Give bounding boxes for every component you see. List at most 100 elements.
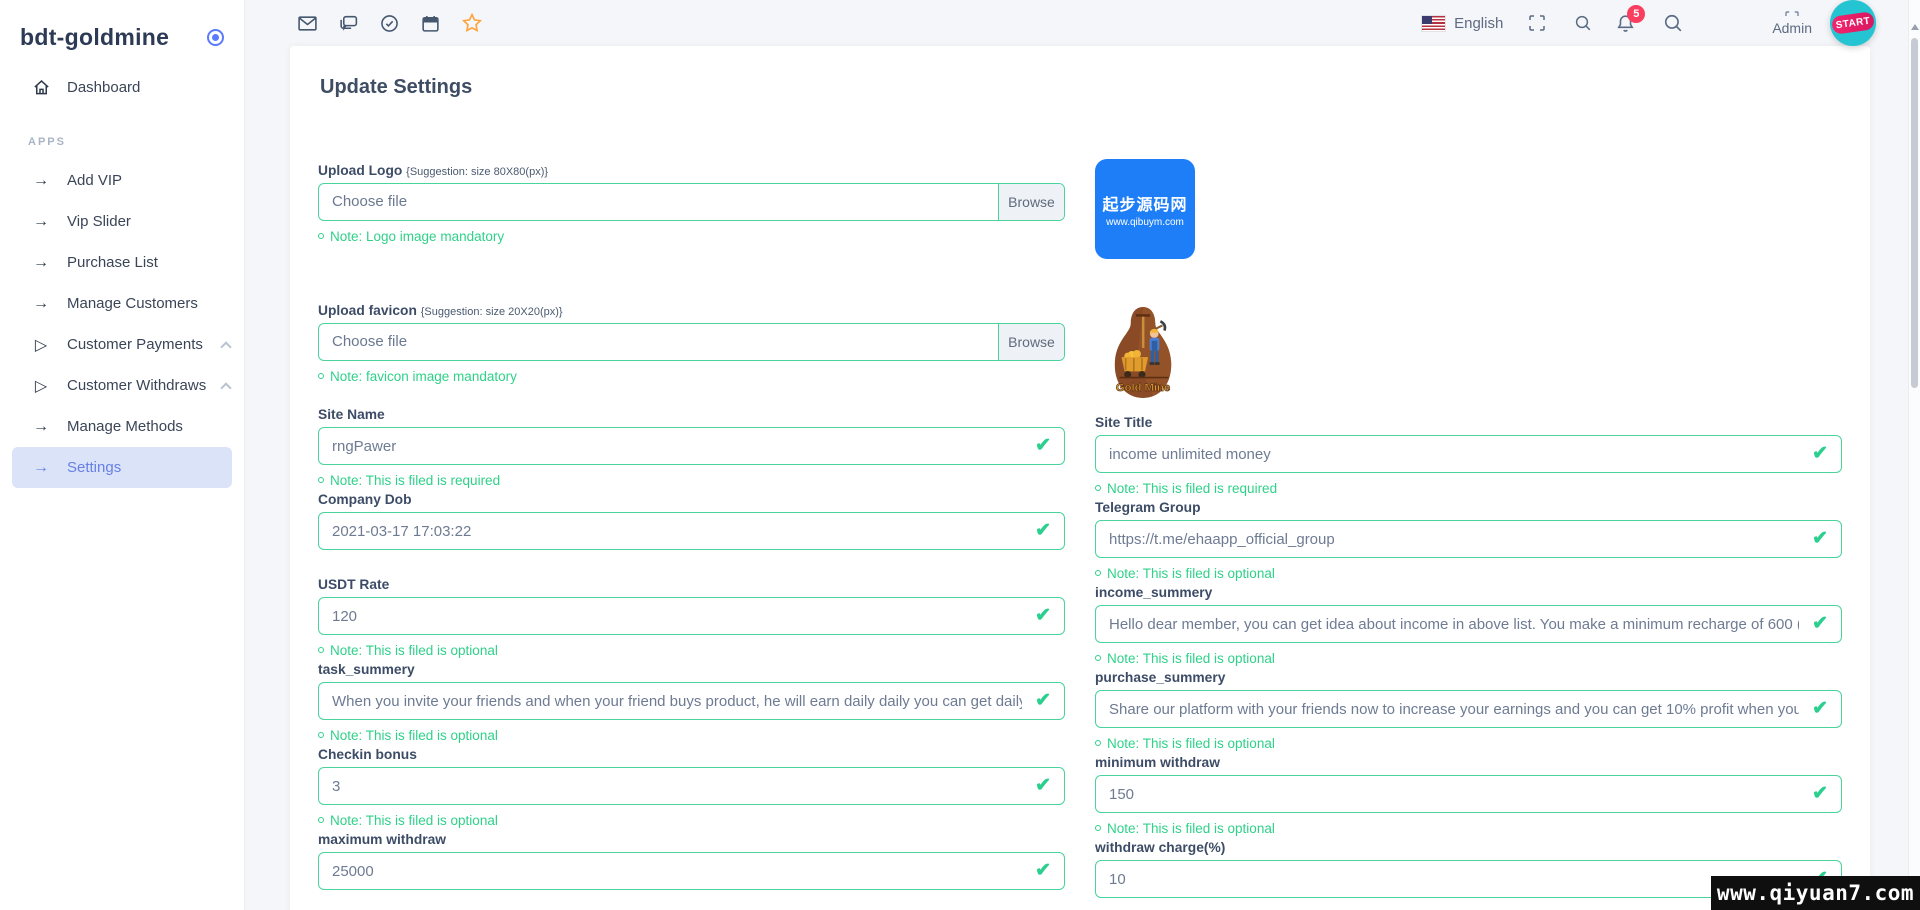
- sidebar-item-vip-slider[interactable]: → Vip Slider: [0, 201, 244, 242]
- minimum-withdraw-input[interactable]: [1095, 775, 1842, 813]
- field-note: Note: This is filed is optional: [318, 642, 1065, 658]
- sidebar-item-label: Customer Withdraws: [67, 377, 206, 394]
- sidebar-section-apps: APPS: [0, 108, 244, 160]
- avatar[interactable]: START: [1830, 0, 1876, 46]
- field-note: Note: This is filed is optional: [318, 812, 1065, 828]
- valid-check-icon: ✔: [1812, 612, 1828, 635]
- home-icon: [31, 78, 51, 97]
- income-summery-input[interactable]: [1095, 605, 1842, 643]
- checkin-bonus-input[interactable]: [318, 767, 1065, 805]
- task-summery-input[interactable]: [318, 682, 1065, 720]
- favicon-caption: Gold Mine: [1116, 382, 1170, 394]
- sidebar-pin-toggle-icon[interactable]: [207, 29, 224, 46]
- note-dot-icon: [318, 647, 324, 653]
- browse-button[interactable]: Browse: [998, 324, 1064, 360]
- play-icon: ▷: [31, 376, 51, 396]
- site-name-input[interactable]: [318, 427, 1065, 465]
- minimum-withdraw-field: minimum withdraw ✔ Note: This is filed i…: [1095, 755, 1842, 836]
- sidebar-item-purchase-list[interactable]: → Purchase List: [0, 242, 244, 283]
- valid-check-icon: ✔: [1035, 519, 1051, 542]
- valid-check-icon: ✔: [1035, 859, 1051, 882]
- fullscreen-icon[interactable]: [1527, 13, 1547, 33]
- chat-icon[interactable]: [338, 13, 359, 34]
- telegram-group-input[interactable]: [1095, 520, 1842, 558]
- sidebar-item-settings[interactable]: → Settings: [12, 447, 232, 488]
- note-dot-icon: [1095, 655, 1101, 661]
- scrollbar-up-arrow-icon[interactable]: [1911, 24, 1919, 30]
- us-flag-icon[interactable]: [1422, 16, 1445, 31]
- field-note: Note: This is filed is optional: [318, 727, 1065, 743]
- sidebar: bdt-goldmine Dashboard APPS → Add VIP → …: [0, 0, 245, 910]
- file-input-text: Choose file: [319, 184, 998, 220]
- telegram-group-field: Telegram Group ✔ Note: This is filed is …: [1095, 500, 1842, 581]
- browse-button[interactable]: Browse: [998, 184, 1064, 220]
- main-area: English 5 Admin: [245, 0, 1920, 910]
- arrow-right-icon: →: [31, 213, 51, 231]
- sidebar-item-label: Dashboard: [67, 79, 140, 96]
- calendar-icon[interactable]: [420, 13, 441, 34]
- site-title-input[interactable]: [1095, 435, 1842, 473]
- field-label: Telegram Group: [1095, 500, 1842, 515]
- sidebar-item-manage-methods[interactable]: → Manage Methods: [0, 406, 244, 447]
- file-input-text: Choose file: [319, 324, 998, 360]
- field-note: Note: This is filed is required: [318, 472, 1065, 488]
- sidebar-item-label: Add VIP: [67, 172, 122, 189]
- purchase-summery-input[interactable]: [1095, 690, 1842, 728]
- play-icon: ▷: [31, 335, 51, 355]
- topbar-shortcuts: [297, 12, 483, 34]
- admin-label: Admin: [1772, 20, 1812, 36]
- scrollbar[interactable]: [1908, 0, 1920, 910]
- field-note: Note: favicon image mandatory: [318, 368, 1065, 384]
- field-label: task_summery: [318, 662, 1065, 677]
- search-icon[interactable]: [1662, 12, 1684, 34]
- logo-preview-url: www.qibuym.com: [1106, 217, 1184, 228]
- valid-check-icon: ✔: [1812, 782, 1828, 805]
- logo-file-input[interactable]: Choose file Browse: [318, 183, 1065, 221]
- notifications-bell-icon[interactable]: 5: [1615, 13, 1636, 34]
- field-label: purchase_summery: [1095, 670, 1842, 685]
- star-icon[interactable]: [461, 12, 483, 34]
- expand-corners-icon: [1785, 11, 1799, 19]
- note-dot-icon: [318, 477, 324, 483]
- sidebar-item-customer-payments[interactable]: ▷ Customer Payments: [0, 324, 244, 365]
- sidebar-item-add-vip[interactable]: → Add VIP: [0, 160, 244, 201]
- scrollbar-thumb[interactable]: [1911, 38, 1918, 388]
- topbar: English 5 Admin: [245, 0, 1920, 46]
- admin-menu[interactable]: Admin: [1772, 11, 1812, 36]
- mail-icon[interactable]: [297, 13, 318, 34]
- field-note: Note: This is filed is required: [1095, 480, 1842, 496]
- note-dot-icon: [1095, 740, 1101, 746]
- sidebar-item-manage-customers[interactable]: → Manage Customers: [0, 283, 244, 324]
- valid-check-icon: ✔: [1035, 434, 1051, 457]
- check-circle-icon[interactable]: [379, 13, 400, 34]
- settings-form: Upload Logo {Suggestion: size 80X80(px)}…: [318, 163, 1842, 902]
- logo-preview-image: 起步源码网 www.qibuym.com: [1095, 159, 1195, 259]
- language-selector[interactable]: English: [1454, 15, 1503, 32]
- search-icon[interactable]: [1573, 13, 1593, 33]
- topbar-right: English 5 Admin: [1422, 0, 1876, 46]
- upload-favicon-field: Upload favicon {Suggestion: size 20X20(p…: [318, 303, 1065, 384]
- note-dot-icon: [1095, 825, 1101, 831]
- watermark: www.qiyuan7.com: [1711, 876, 1920, 910]
- valid-check-icon: ✔: [1035, 604, 1051, 627]
- sidebar-item-label: Purchase List: [67, 254, 158, 271]
- sidebar-item-label: Manage Methods: [67, 418, 183, 435]
- income-summery-field: income_summery ✔ Note: This is filed is …: [1095, 585, 1842, 666]
- site-name-field: Site Name ✔ Note: This is filed is requi…: [318, 407, 1065, 488]
- valid-check-icon: ✔: [1035, 689, 1051, 712]
- field-suggestion: {Suggestion: size 80X80(px)}: [406, 166, 548, 178]
- pin-dot: [212, 34, 219, 41]
- maximum-withdraw-input[interactable]: [318, 852, 1065, 890]
- field-label: Checkin bonus: [318, 747, 1065, 762]
- usdt-rate-input[interactable]: [318, 597, 1065, 635]
- logo-preview-text: 起步源码网: [1102, 191, 1187, 215]
- valid-check-icon: ✔: [1812, 442, 1828, 465]
- brand-title: bdt-goldmine: [20, 24, 169, 51]
- favicon-file-input[interactable]: Choose file Browse: [318, 323, 1065, 361]
- arrow-right-icon: →: [31, 172, 51, 190]
- sidebar-item-dashboard[interactable]: Dashboard: [0, 67, 244, 108]
- sidebar-item-customer-withdraws[interactable]: ▷ Customer Withdraws: [0, 365, 244, 406]
- company-dob-input[interactable]: [318, 512, 1065, 550]
- checkin-bonus-field: Checkin bonus ✔ Note: This is filed is o…: [318, 747, 1065, 828]
- field-label: Site Name: [318, 407, 1065, 422]
